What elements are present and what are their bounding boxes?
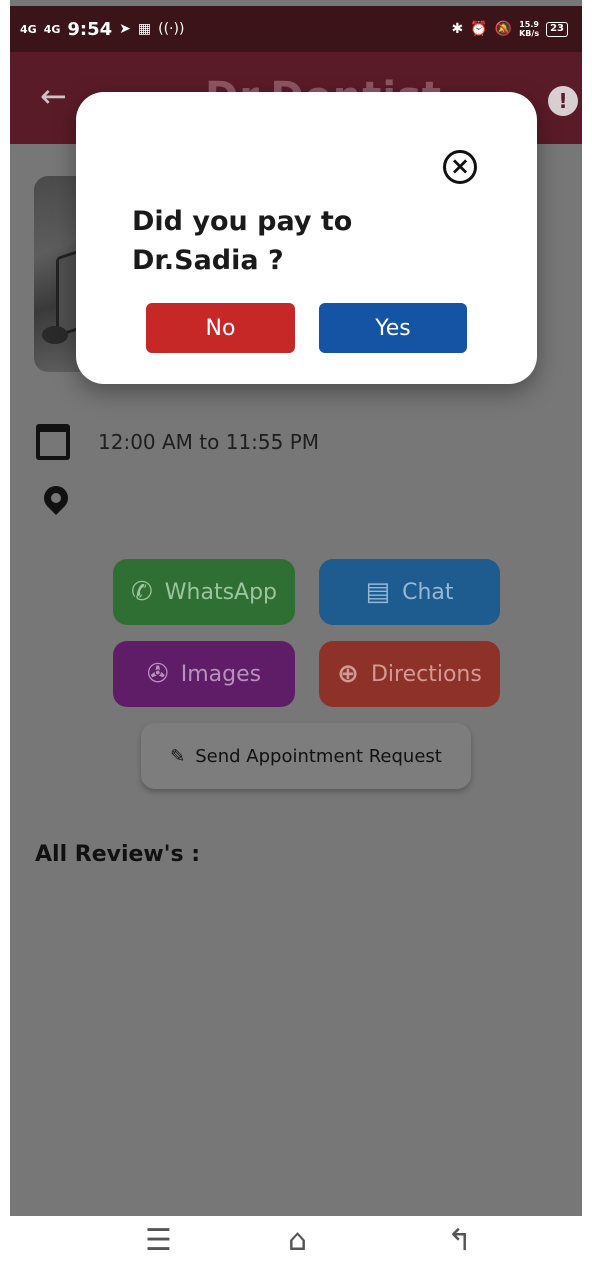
images-button[interactable]: ✇ Images <box>113 641 295 707</box>
status-bar-right: ✱ ⏰ 🔕 15.9 KB/s 23 <box>451 20 568 38</box>
status-bar: 4G 4G 9:54 ➤ ▦ ((·)) ✱ ⏰ 🔕 15.9 KB/s 23 <box>10 6 582 52</box>
hotspot-icon: ((·)) <box>158 21 185 37</box>
chat-button[interactable]: ▤ Chat <box>319 559 500 625</box>
yes-button[interactable]: Yes <box>319 303 467 353</box>
chat-bubble-icon: ▤ <box>365 577 391 607</box>
pencil-icon: ✎ <box>170 745 186 767</box>
whatsapp-button[interactable]: ✆ WhatsApp <box>113 559 295 625</box>
notification-icon: ▦ <box>137 21 152 37</box>
network-2-indicator: 4G <box>43 22 61 36</box>
map-pin-icon: ⊕ <box>337 659 359 689</box>
schedule-row: 12:00 AM to 11:55 PM <box>36 424 319 460</box>
telegram-icon: ➤ <box>119 21 131 37</box>
alarm-icon: ⏰ <box>470 21 488 37</box>
speed-value: 15.9 <box>519 20 539 29</box>
location-row <box>36 481 73 515</box>
whatsapp-label: WhatsApp <box>164 579 278 605</box>
status-bar-left: 4G 4G 9:54 ➤ ▦ ((·)) <box>20 19 184 40</box>
location-pin-icon <box>39 481 73 515</box>
screen: 4G 4G 9:54 ➤ ▦ ((·)) ✱ ⏰ 🔕 15.9 KB/s 23 … <box>0 0 592 1266</box>
phone-icon: ✆ <box>130 577 153 607</box>
dialog-question: Did you pay to Dr.Sadia ? <box>132 206 353 276</box>
status-time: 9:54 <box>67 18 113 40</box>
home-icon[interactable]: ⌂ <box>288 1226 307 1256</box>
app-viewport: 4G 4G 9:54 ➤ ▦ ((·)) ✱ ⏰ 🔕 15.9 KB/s 23 … <box>10 0 582 1216</box>
cup-image-detail <box>42 326 68 344</box>
payment-confirm-dialog: × Did you pay to Dr.Sadia ? No Yes <box>76 92 537 384</box>
schedule-time: 12:00 AM to 11:55 PM <box>98 430 320 454</box>
appointment-label: Send Appointment Request <box>195 745 442 767</box>
images-label: Images <box>180 661 262 687</box>
bluetooth-icon: ✱ <box>451 21 464 37</box>
battery-indicator: 23 <box>546 21 568 37</box>
alert-icon[interactable]: ! <box>548 86 578 116</box>
network-speed: 15.9 KB/s <box>519 20 539 38</box>
close-icon[interactable]: × <box>443 150 477 184</box>
camera-aperture-icon: ✇ <box>146 659 169 689</box>
directions-button[interactable]: ⊕ Directions <box>319 641 500 707</box>
menu-icon[interactable]: ☰ <box>145 1226 172 1256</box>
mute-icon: 🔕 <box>494 21 513 37</box>
back-icon[interactable]: ↰ <box>447 1226 472 1256</box>
chat-label: Chat <box>402 579 454 605</box>
network-1-indicator: 4G <box>20 22 37 36</box>
directions-label: Directions <box>370 661 482 687</box>
system-nav-bar: ☰ ⌂ ↰ <box>0 1216 592 1266</box>
arrow-left-icon[interactable]: ← <box>40 80 67 112</box>
send-appointment-request-button[interactable]: ✎ Send Appointment Request <box>141 723 471 789</box>
no-button[interactable]: No <box>146 303 295 353</box>
speed-unit: KB/s <box>519 29 540 38</box>
calendar-icon <box>36 424 70 460</box>
reviews-title: All Review's : <box>35 842 201 867</box>
